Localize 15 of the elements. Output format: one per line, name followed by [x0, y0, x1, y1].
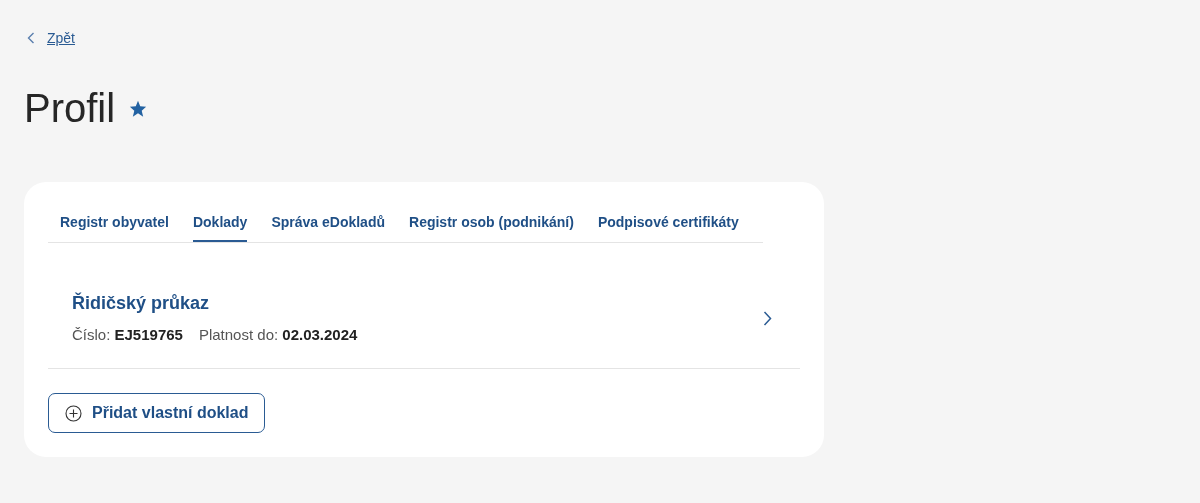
chevron-right-icon[interactable] — [763, 310, 772, 326]
tab[interactable]: Registr osob (podnikání) — [409, 206, 574, 242]
chevron-left-icon — [27, 32, 35, 44]
tab[interactable]: Správa eDokladů — [271, 206, 385, 242]
document-detail: Číslo: EJ519765 — [72, 326, 183, 343]
plus-circle-icon — [65, 404, 82, 422]
tab[interactable]: Registr obyvatel — [60, 206, 169, 242]
document-title[interactable]: Řidičský průkaz — [72, 293, 358, 314]
star-icon[interactable] — [129, 99, 148, 117]
tab[interactable]: Podpisové certifikáty — [597, 206, 739, 242]
document-detail: Platnost do: 02.03.2024 — [198, 326, 358, 343]
add-document-button[interactable]: Přidat vlastní doklad — [48, 393, 266, 433]
tab[interactable]: Doklady — [192, 206, 248, 242]
back-link[interactable]: Zpět — [24, 30, 75, 46]
page-title: Profil — [24, 86, 116, 130]
